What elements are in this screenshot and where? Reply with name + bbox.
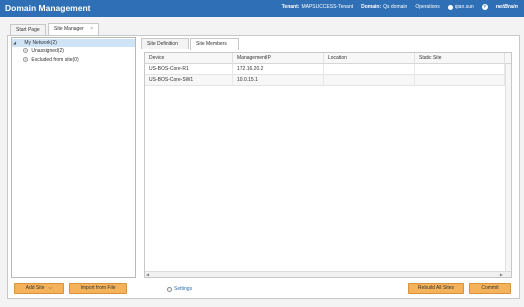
tree-item-label: My Network(2) bbox=[24, 40, 57, 46]
table-header: Device ManagementIP Location Static Site bbox=[145, 53, 511, 64]
header-info: Tenant: MAPSUCCESS-Tenant Domain: Qs dom… bbox=[282, 4, 518, 10]
commit-button[interactable]: Commit bbox=[469, 283, 511, 294]
brand-logo: netBrain bbox=[495, 4, 518, 10]
table-row[interactable]: US-BOS-Core-R1 172.16.20.2 bbox=[145, 64, 511, 75]
column-header-static-site[interactable]: Static Site bbox=[415, 53, 505, 64]
cell-device: US-BOS-Core-R1 bbox=[145, 64, 233, 75]
settings-label: Settings bbox=[174, 286, 193, 292]
cell-static-site bbox=[415, 75, 505, 86]
cell-device: US-BOS-Core-SW1 bbox=[145, 75, 233, 86]
column-header-location[interactable]: Location bbox=[324, 53, 415, 64]
tree-item-my-network[interactable]: ◢ My Network(2) bbox=[12, 39, 135, 47]
table-row[interactable]: US-BOS-Core-SW1 10.0.15.1 bbox=[145, 75, 511, 86]
tree-item-label: Unassigned(2) bbox=[31, 48, 64, 54]
button-label: Add Site bbox=[25, 285, 45, 291]
collapse-icon[interactable]: ◢ bbox=[12, 39, 17, 47]
site-members-table: Device ManagementIP Location Static Site… bbox=[144, 52, 512, 278]
close-icon[interactable]: × bbox=[90, 26, 93, 32]
user-icon bbox=[447, 4, 453, 10]
page-tab-bar: Start Page Site Manager × bbox=[0, 17, 524, 35]
horizontal-scrollbar[interactable]: ◀ ▶ bbox=[145, 271, 511, 277]
tree-item-excluded[interactable]: + Excluded from site(0) bbox=[23, 56, 79, 64]
operations-menu[interactable]: Operations bbox=[415, 4, 439, 10]
tab-site-manager[interactable]: Site Manager × bbox=[48, 23, 100, 35]
domain-value[interactable]: Qs domain bbox=[383, 4, 407, 10]
gear-icon bbox=[167, 286, 172, 292]
domain-label: Domain: bbox=[361, 4, 382, 10]
tab-site-members[interactable]: Site Members bbox=[190, 38, 239, 50]
site-tree: ◢ My Network(2) + Unassigned(2) + Exclud… bbox=[11, 37, 136, 278]
user-menu[interactable]: qian.sun bbox=[455, 4, 474, 10]
scroll-left-icon[interactable]: ◀ bbox=[146, 272, 149, 277]
tenant-value[interactable]: MAPSUCCESS-Tenant bbox=[301, 4, 353, 10]
rebuild-all-sites-button[interactable]: Rebuild All Sites bbox=[408, 283, 464, 294]
help-icon[interactable]: ? bbox=[481, 4, 488, 10]
column-header-managementip[interactable]: ManagementIP bbox=[233, 53, 324, 64]
column-header-device[interactable]: Device bbox=[145, 53, 233, 64]
tab-label: Site Definition bbox=[147, 41, 178, 47]
tab-site-definition[interactable]: Site Definition bbox=[141, 38, 189, 49]
tenant-label: Tenant: bbox=[281, 4, 300, 10]
scroll-right-icon[interactable]: ▶ bbox=[500, 272, 503, 277]
cell-location bbox=[324, 64, 415, 75]
tab-label: Site Manager bbox=[54, 26, 84, 32]
expand-icon[interactable]: + bbox=[23, 48, 28, 54]
cell-managementip: 10.0.15.1 bbox=[233, 75, 324, 86]
settings-link[interactable]: Settings bbox=[167, 286, 192, 292]
tab-label: Site Members bbox=[196, 41, 227, 47]
tree-item-label: Excluded from site(0) bbox=[31, 57, 79, 63]
button-label: Import from File bbox=[80, 285, 116, 291]
add-site-button[interactable]: Add Site ⌵ bbox=[14, 283, 64, 294]
vertical-scrollbar[interactable] bbox=[505, 64, 511, 271]
tree-item-unassigned[interactable]: + Unassigned(2) bbox=[23, 47, 64, 55]
app-title: Domain Management bbox=[5, 3, 91, 13]
button-label: Commit bbox=[481, 285, 499, 291]
cell-static-site bbox=[415, 64, 505, 75]
cell-managementip: 172.16.20.2 bbox=[233, 64, 324, 75]
expand-icon[interactable]: + bbox=[23, 57, 28, 63]
import-from-file-button[interactable]: Import from File bbox=[69, 283, 127, 294]
button-label: Rebuild All Sites bbox=[417, 285, 455, 291]
tab-start-page[interactable]: Start Page bbox=[10, 24, 46, 35]
cell-location bbox=[324, 75, 415, 86]
app-header: Domain Management Tenant: MAPSUCCESS-Ten… bbox=[0, 0, 524, 17]
chevron-down-icon: ⌵ bbox=[48, 285, 53, 291]
tab-label: Start Page bbox=[16, 27, 40, 33]
